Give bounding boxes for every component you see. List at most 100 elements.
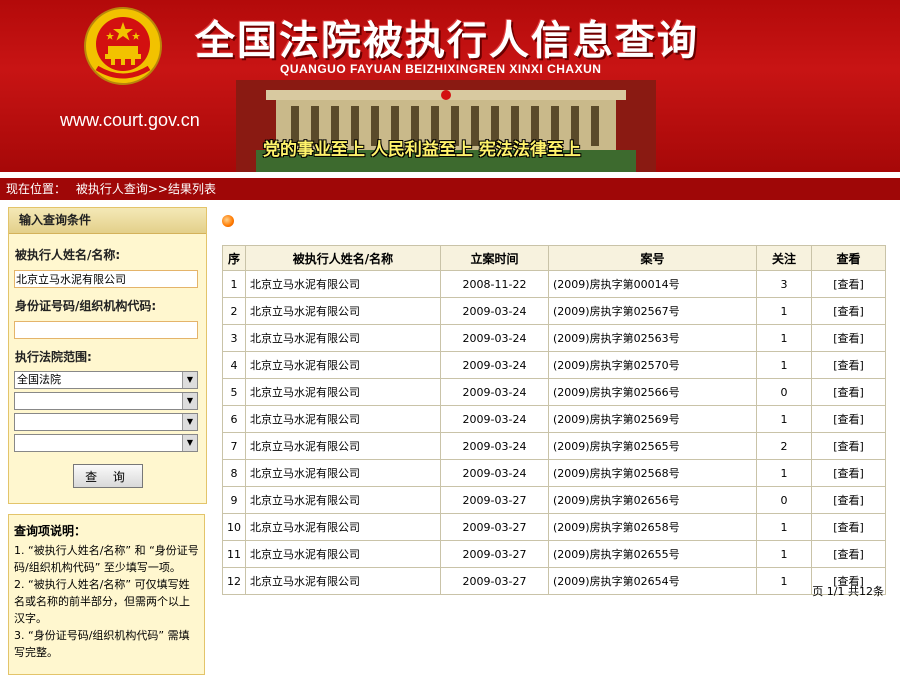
- row-follow-count: 1: [756, 351, 812, 379]
- row-case-number: (2009)房执字第02658号: [548, 513, 757, 541]
- row-date: 2009-03-24: [440, 459, 549, 487]
- table-header-row: 序 被执行人姓名/名称 立案时间 案号 关注 查看: [222, 245, 886, 271]
- row-case-number: (2009)房执字第00014号: [548, 270, 757, 298]
- table-row: 5 北京立马水泥有限公司 2009-03-24 (2009)房执字第02566号 0 [查…: [222, 378, 886, 406]
- row-follow-count: 1: [756, 540, 812, 568]
- slogan: 党的事业至上 人民利益至上 宪法法律至上: [263, 140, 581, 160]
- row-name: 北京立马水泥有限公司: [245, 378, 441, 406]
- page-subtitle-pinyin: QUANGUO FAYUAN BEIZHIXINGREN XINXI CHAXU…: [280, 62, 602, 76]
- location-label: 现在位置：: [6, 182, 67, 196]
- row-date: 2009-03-27: [440, 513, 549, 541]
- id-label: 身份证号码/组织机构代码:: [15, 299, 157, 313]
- header-case: 案号: [548, 245, 757, 271]
- query-button[interactable]: 查 询: [73, 464, 143, 488]
- row-case-number: (2009)房执字第02655号: [548, 540, 757, 568]
- row-date: 2009-03-27: [440, 540, 549, 568]
- row-case-number: (2009)房执字第02566号: [548, 378, 757, 406]
- court-select-2[interactable]: ▼: [14, 392, 198, 410]
- row-view-link[interactable]: [查看]: [811, 270, 886, 298]
- row-view-link[interactable]: [查看]: [811, 513, 886, 541]
- table-row: 3 北京立马水泥有限公司 2009-03-24 (2009)房执字第02563号 1 [查…: [222, 324, 886, 352]
- table-row: 4 北京立马水泥有限公司 2009-03-24 (2009)房执字第02570号 1 [查…: [222, 351, 886, 379]
- sidebar: 输入查询条件 被执行人姓名/名称: 北京立马水泥有限公司 身份证号码/组织机构代…: [8, 207, 207, 675]
- court-select-3[interactable]: ▼: [14, 413, 198, 431]
- help-line-1: 1. “被执行人姓名/名称” 和 “身份证号码/组织机构代码” 至少填写一项。: [14, 544, 199, 574]
- row-no: 12: [222, 567, 246, 595]
- row-view-link[interactable]: [查看]: [811, 297, 886, 325]
- chevron-down-icon[interactable]: ▼: [182, 414, 197, 430]
- breadcrumb-bar: 现在位置： 被执行人查询>>结果列表: [0, 178, 900, 200]
- row-no: 3: [222, 324, 246, 352]
- row-name: 北京立马水泥有限公司: [245, 567, 441, 595]
- chevron-down-icon[interactable]: ▼: [182, 393, 197, 409]
- results-table: 序 被执行人姓名/名称 立案时间 案号 关注 查看 1 北京立马水泥有限公司 200…: [222, 245, 886, 595]
- row-view-link[interactable]: [查看]: [811, 405, 886, 433]
- row-name: 北京立马水泥有限公司: [245, 459, 441, 487]
- site-url[interactable]: www.court.gov.cn: [60, 110, 200, 131]
- header-follow: 关注: [756, 245, 812, 271]
- help-line-2: 2. “被执行人姓名/名称” 可仅填写姓名或名称的前半部分，但需两个以上汉字。: [14, 578, 190, 625]
- row-no: 10: [222, 513, 246, 541]
- row-date: 2009-03-24: [440, 351, 549, 379]
- row-date: 2009-03-27: [440, 486, 549, 514]
- header-no: 序: [222, 245, 246, 271]
- table-row: 2 北京立马水泥有限公司 2009-03-24 (2009)房执字第02567号 1 [查…: [222, 297, 886, 325]
- court-range-label: 执行法院范围:: [15, 350, 92, 364]
- name-label: 被执行人姓名/名称:: [15, 248, 121, 262]
- query-form-panel: 输入查询条件 被执行人姓名/名称: 北京立马水泥有限公司 身份证号码/组织机构代…: [8, 207, 207, 504]
- row-no: 4: [222, 351, 246, 379]
- row-case-number: (2009)房执字第02563号: [548, 324, 757, 352]
- row-no: 8: [222, 459, 246, 487]
- row-no: 1: [222, 270, 246, 298]
- court-select-4[interactable]: ▼: [14, 434, 198, 452]
- row-name: 北京立马水泥有限公司: [245, 324, 441, 352]
- table-row: 12 北京立马水泥有限公司 2009-03-27 (2009)房执字第02654号 1[…: [222, 567, 886, 595]
- help-line-3: 3. “身份证号码/组织机构代码” 需填写完整。: [14, 629, 190, 659]
- chevron-down-icon[interactable]: ▼: [182, 372, 197, 388]
- row-follow-count: 1: [756, 567, 812, 595]
- id-input[interactable]: [14, 321, 198, 339]
- court-select-1[interactable]: 全国法院 ▼: [14, 371, 198, 389]
- table-row: 7 北京立马水泥有限公司 2009-03-24 (2009)房执字第02565号 2 [查…: [222, 432, 886, 460]
- chevron-down-icon[interactable]: ▼: [182, 435, 197, 451]
- row-view-link[interactable]: [查看]: [811, 378, 886, 406]
- row-name: 北京立马水泥有限公司: [245, 405, 441, 433]
- row-case-number: (2009)房执字第02656号: [548, 486, 757, 514]
- row-view-link[interactable]: [查看]: [811, 540, 886, 568]
- row-view-link[interactable]: [查看]: [811, 459, 886, 487]
- breadcrumb[interactable]: 被执行人查询>>结果列表: [76, 182, 216, 196]
- row-follow-count: 2: [756, 432, 812, 460]
- row-follow-count: 0: [756, 486, 812, 514]
- site-banner: www.court.gov.cn 全国法院被执行人信息查询 QUANGUO FA…: [0, 0, 900, 172]
- row-no: 11: [222, 540, 246, 568]
- name-input[interactable]: 北京立马水泥有限公司: [14, 270, 198, 288]
- page-title: 全国法院被执行人信息查询: [195, 18, 699, 64]
- help-title: 查询项说明：: [14, 524, 87, 538]
- header-name: 被执行人姓名/名称: [245, 245, 441, 271]
- row-date: 2009-03-24: [440, 297, 549, 325]
- row-date: 2009-03-27: [440, 567, 549, 595]
- row-case-number: (2009)房执字第02565号: [548, 432, 757, 460]
- header-date: 立案时间: [440, 245, 549, 271]
- table-row: 8 北京立马水泥有限公司 2009-03-24 (2009)房执字第02568号 1 [查…: [222, 459, 886, 487]
- row-follow-count: 1: [756, 459, 812, 487]
- help-panel: 查询项说明： 1. “被执行人姓名/名称” 和 “身份证号码/组织机构代码” 至…: [8, 514, 205, 675]
- results-area: 序 被执行人姓名/名称 立案时间 案号 关注 查看 1 北京立马水泥有限公司 200…: [214, 207, 900, 675]
- row-follow-count: 1: [756, 297, 812, 325]
- row-no: 5: [222, 378, 246, 406]
- row-name: 北京立马水泥有限公司: [245, 270, 441, 298]
- row-date: 2008-11-22: [440, 270, 549, 298]
- row-view-link[interactable]: [查看]: [811, 351, 886, 379]
- national-emblem-icon: [84, 7, 162, 85]
- row-date: 2009-03-24: [440, 324, 549, 352]
- row-case-number: (2009)房执字第02570号: [548, 351, 757, 379]
- row-view-link[interactable]: [查看]: [811, 324, 886, 352]
- court-select-value: 全国法院: [17, 373, 61, 386]
- row-view-link[interactable]: [查看]: [811, 486, 886, 514]
- table-row: 6 北京立马水泥有限公司 2009-03-24 (2009)房执字第02569号 1 [查…: [222, 405, 886, 433]
- row-view-link[interactable]: [查看]: [811, 432, 886, 460]
- row-case-number: (2009)房执字第02568号: [548, 459, 757, 487]
- row-name: 北京立马水泥有限公司: [245, 486, 441, 514]
- row-name: 北京立马水泥有限公司: [245, 297, 441, 325]
- row-no: 9: [222, 486, 246, 514]
